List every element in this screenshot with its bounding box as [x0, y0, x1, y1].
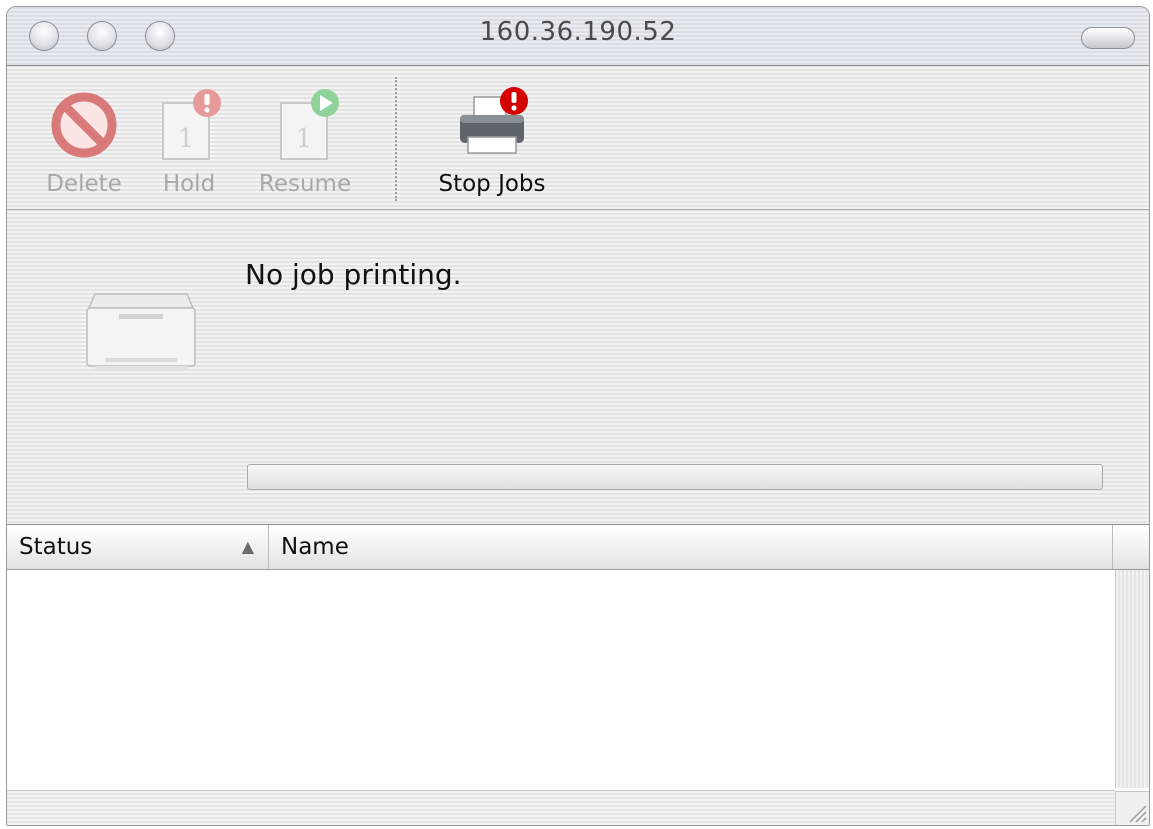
window-title: 160.36.190.52 [479, 17, 677, 47]
printer-icon [86, 293, 196, 370]
resume-button[interactable]: 1 Resume [245, 85, 365, 197]
document-play-icon: 1 [280, 89, 339, 160]
job-list-table: Status ▲ Name [7, 524, 1149, 825]
job-list[interactable] [7, 570, 1115, 788]
svg-text:1: 1 [178, 124, 195, 154]
column-header-status-label: Status [19, 534, 93, 560]
hold-label: Hold [162, 171, 216, 197]
resize-grip-icon[interactable] [1115, 791, 1149, 825]
print-queue-window: 160.36.190.52 Delete 1 Hold 1 Resume Sto… [6, 6, 1150, 826]
table-header: Status ▲ Name [7, 525, 1149, 570]
sort-ascending-icon: ▲ [241, 537, 254, 556]
no-entry-icon [51, 92, 117, 158]
document-alert-icon: 1 [162, 89, 221, 160]
job-status-area: No job printing. [7, 210, 1149, 524]
stop-jobs-label: Stop Jobs [438, 171, 546, 197]
printer-alert-icon [460, 87, 528, 154]
job-progress-bar [247, 464, 1103, 490]
stop-jobs-button[interactable]: Stop Jobs [421, 85, 563, 197]
column-header-name[interactable]: Name [269, 525, 1113, 569]
toolbar: Delete 1 Hold 1 Resume Stop Jobs [7, 65, 1149, 210]
horizontal-scrollbar[interactable] [7, 790, 1115, 825]
hold-button[interactable]: 1 Hold [149, 85, 229, 197]
vertical-scrollbar[interactable] [1115, 570, 1149, 788]
delete-button[interactable]: Delete [35, 85, 133, 197]
svg-text:1: 1 [296, 124, 313, 154]
toolbar-toggle-button[interactable] [1081, 27, 1135, 49]
resume-label: Resume [258, 171, 352, 197]
column-header-name-label: Name [281, 534, 349, 560]
delete-label: Delete [46, 171, 122, 197]
title-bar[interactable]: 160.36.190.52 [7, 7, 1149, 66]
toolbar-separator [395, 77, 397, 201]
column-header-status[interactable]: Status ▲ [7, 525, 269, 569]
resize-grip-lines [1129, 805, 1147, 823]
status-message: No job printing. [245, 258, 462, 291]
